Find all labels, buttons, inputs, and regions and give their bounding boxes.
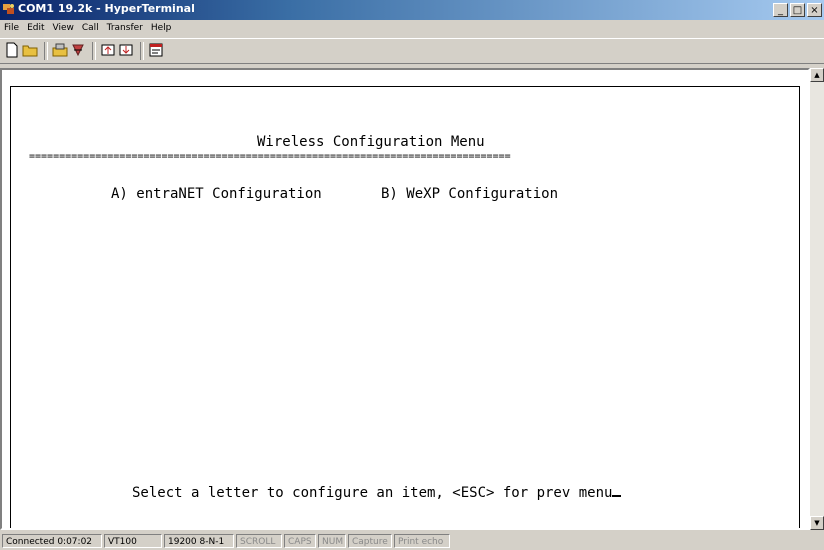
hangup-icon[interactable] (70, 42, 86, 58)
minimize-button[interactable]: _ (773, 3, 788, 17)
menu-file[interactable]: File (0, 23, 23, 33)
menu-help[interactable]: Help (147, 23, 176, 33)
status-connected: Connected 0:07:02 (2, 534, 102, 548)
receive-icon[interactable] (118, 42, 134, 58)
menu-transfer[interactable]: Transfer (103, 23, 147, 33)
menu-edit[interactable]: Edit (23, 23, 48, 33)
status-print-echo: Print echo (394, 534, 450, 548)
option-entranet-configuration[interactable]: A) entraNET Configuration (111, 186, 322, 202)
prompt-line: Select a letter to configure an item, <E… (132, 483, 622, 501)
open-icon[interactable] (22, 42, 38, 58)
status-num: NUM (318, 534, 346, 548)
status-bar: Connected 0:07:02 VT100 19200 8-N-1 SCRO… (0, 532, 824, 550)
menu-separator: ========================================… (29, 151, 511, 162)
close-button[interactable]: × (807, 3, 822, 17)
toolbar-separator (140, 42, 144, 60)
status-scroll: SCROLL (236, 534, 282, 548)
menu-bar: File Edit View Call Transfer Help (0, 20, 824, 36)
window-controls: _ □ × (773, 0, 824, 20)
menu-call[interactable]: Call (78, 23, 103, 33)
toolbar (0, 38, 824, 64)
new-icon[interactable] (4, 42, 20, 58)
status-caps: CAPS (284, 534, 316, 548)
status-emulation: VT100 (104, 534, 162, 548)
title-bar: COM1 19.2k - HyperTerminal _ □ × (0, 0, 824, 20)
prompt-text: Select a letter to configure an item, <E… (132, 485, 613, 501)
terminal-screen[interactable]: Wireless Configuration Menu ============… (10, 86, 800, 528)
text-cursor (612, 483, 622, 497)
menu-view[interactable]: View (49, 23, 78, 33)
terminal-window[interactable]: Wireless Configuration Menu ============… (0, 68, 810, 530)
option-wexp-configuration[interactable]: B) WeXP Configuration (381, 186, 558, 202)
scroll-up-arrow-icon[interactable]: ▲ (810, 68, 824, 82)
status-capture: Capture (348, 534, 392, 548)
scroll-down-arrow-icon[interactable]: ▼ (810, 516, 824, 530)
window-title: COM1 19.2k - HyperTerminal (18, 2, 195, 15)
menu-title: Wireless Configuration Menu (257, 134, 485, 150)
maximize-button[interactable]: □ (790, 3, 805, 17)
hyperterminal-icon (3, 4, 14, 14)
properties-icon[interactable] (148, 42, 164, 58)
vertical-scrollbar[interactable]: ▲ ▼ (810, 68, 824, 530)
toolbar-separator (92, 42, 96, 60)
disconnect-icon[interactable] (52, 42, 68, 58)
status-settings: 19200 8-N-1 (164, 534, 234, 548)
send-icon[interactable] (100, 42, 116, 58)
toolbar-separator (44, 42, 48, 60)
